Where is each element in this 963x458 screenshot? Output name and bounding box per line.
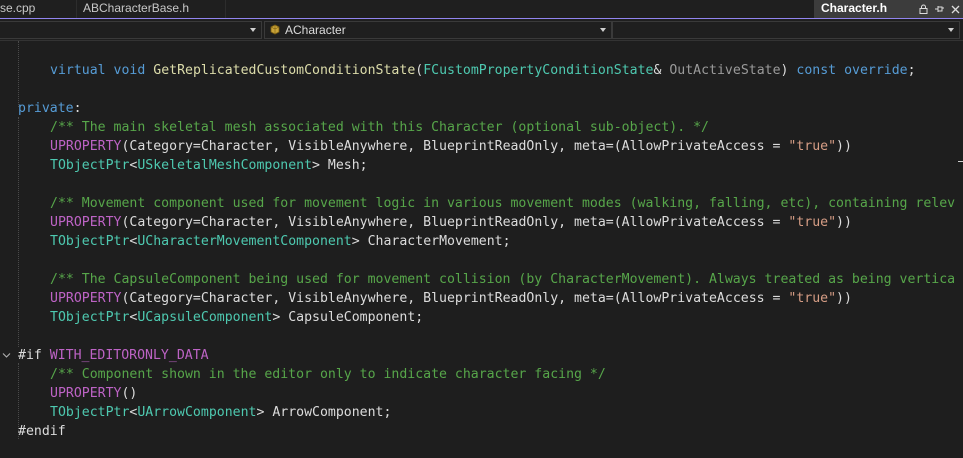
code-line: #endif	[18, 424, 66, 439]
collapse-chevron-icon[interactable]	[2, 351, 11, 360]
scope-dropdown[interactable]	[0, 21, 262, 39]
chevron-down-icon	[948, 28, 954, 32]
document-tab-bar: se.cpp ABCharacterBase.h Character.h	[0, 0, 963, 19]
code-line: UPROPERTY()	[50, 386, 138, 401]
scrollbar-marker	[958, 161, 963, 162]
lock-icon[interactable]	[915, 0, 931, 18]
navigation-bar: ACharacter	[0, 19, 963, 41]
code-line: TObjectPtr<USkeletalMeshComponent> Mesh;	[50, 158, 368, 173]
indent-guide	[18, 117, 19, 347]
class-icon	[269, 24, 283, 40]
chevron-down-icon	[600, 28, 606, 32]
tab-abcharacterbase-h[interactable]: ABCharacterBase.h	[76, 0, 226, 18]
tab-label: Character.h	[821, 1, 888, 15]
code-line: UPROPERTY(Category=Character, VisibleAny…	[50, 215, 852, 230]
code-line: #if WITH_EDITORONLY_DATA	[18, 348, 209, 363]
code-line: private:	[18, 101, 82, 116]
code-line: /** Component shown in the editor only t…	[50, 367, 606, 382]
code-line: TObjectPtr<UCapsuleComponent> CapsuleCom…	[50, 310, 424, 325]
code-line: UPROPERTY(Category=Character, VisibleAny…	[50, 291, 852, 306]
close-icon[interactable]	[947, 0, 963, 18]
pin-icon[interactable]	[931, 0, 947, 18]
tab-label: se.cpp	[0, 1, 36, 15]
class-name: ACharacter	[285, 23, 346, 37]
indent-guide	[18, 41, 19, 107]
code-line: /** The CapsuleComponent being used for …	[50, 272, 956, 287]
tab-se-cpp[interactable]: se.cpp	[0, 0, 58, 18]
code-line: TObjectPtr<UCharacterMovementComponent> …	[50, 234, 511, 249]
code-editor[interactable]: virtual void GetReplicatedCustomConditio…	[0, 41, 963, 458]
tab-character-h[interactable]: Character.h	[814, 0, 963, 18]
code-line: virtual void GetReplicatedCustomConditio…	[50, 63, 916, 78]
tab-actions	[915, 0, 963, 18]
code-line: /** Movement component used for movement…	[50, 196, 956, 211]
code-line: TObjectPtr<UArrowComponent> ArrowCompone…	[50, 405, 392, 420]
code-line: /** The main skeletal mesh associated wi…	[50, 120, 709, 135]
chevron-down-icon	[250, 28, 256, 32]
member-dropdown[interactable]	[612, 21, 960, 39]
code-line: UPROPERTY(Category=Character, VisibleAny…	[50, 139, 852, 154]
class-dropdown[interactable]: ACharacter	[264, 21, 612, 39]
tab-label: ABCharacterBase.h	[83, 1, 190, 15]
